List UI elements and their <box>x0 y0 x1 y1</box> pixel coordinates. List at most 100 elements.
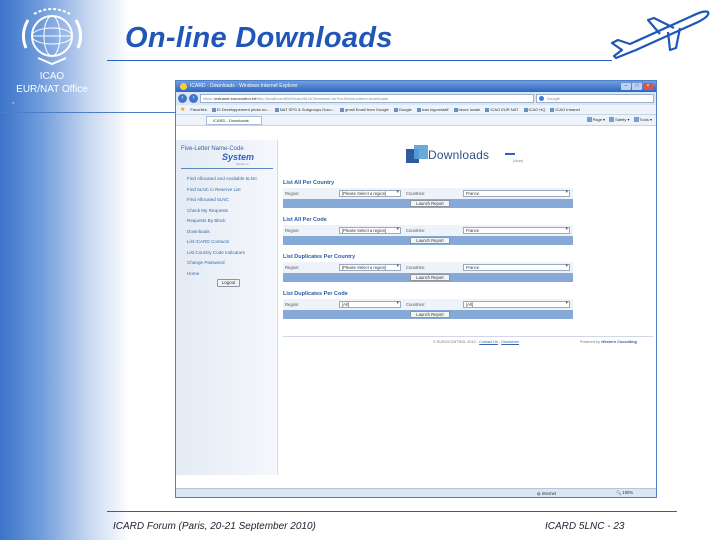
section-title: List Duplicates Per Code <box>283 291 348 297</box>
page-icon <box>485 107 490 112</box>
favorites-bar: ★ Favorites EI Developpement photo nu...… <box>176 105 656 115</box>
copyright: © EUROCONTROL 2010 - <box>433 340 479 344</box>
browser-titlebar: ICARD - Downloads - Windows Internet Exp… <box>176 81 656 92</box>
ie-logo-icon <box>180 83 187 90</box>
downloads-logo-icon <box>406 145 428 167</box>
countries-label: Countries: <box>406 265 426 270</box>
back-icon[interactable]: ‹ <box>178 94 187 103</box>
countries-label: Countries: <box>406 302 426 307</box>
tools-icon <box>633 117 639 123</box>
region-select[interactable]: [All] <box>339 301 401 308</box>
launch-report-button[interactable]: Launch Report <box>410 311 450 318</box>
section-title: List All Per Code <box>283 217 327 223</box>
icao-logo-icon <box>21 8 83 66</box>
forward-icon[interactable]: › <box>189 94 198 103</box>
country-select[interactable]: France <box>463 227 570 234</box>
favorite-link[interactable]: EI Developpement photo nu... <box>211 107 270 112</box>
sidebar-menu: Find Allocated and Available 5LNC Find 5… <box>187 174 257 279</box>
left-rule <box>0 112 175 113</box>
region-select[interactable]: [Please Select a region] <box>339 190 401 197</box>
section-title: List Duplicates Per Country <box>283 254 356 260</box>
launch-report-button[interactable]: Launch Report <box>410 237 450 244</box>
page-content: Five-Letter Name-Code System Version 2 F… <box>176 140 656 475</box>
sidebar-item-country-codes[interactable]: List Country Code Indicators <box>187 248 257 259</box>
search-input[interactable]: Google <box>536 94 654 103</box>
command-bar: Page ▾ Safety ▾ Tools ▾ <box>586 117 652 123</box>
sidebar-item-change-password[interactable]: Change Password <box>187 258 257 269</box>
country-select[interactable]: France <box>463 190 570 197</box>
sidebar-item-find-allocated[interactable]: Find Allocated 5LNC <box>187 195 257 206</box>
region-label: Region: <box>285 191 300 196</box>
favorite-link[interactable]: ICAO HQ <box>523 107 546 112</box>
maximize-icon[interactable]: □ <box>632 83 642 90</box>
section-form: Region: [Please Select a region] Countri… <box>283 262 573 282</box>
powered-brand: Western Consulting <box>601 340 637 344</box>
favorites-label[interactable]: Favorites <box>190 107 206 112</box>
page-icon <box>393 107 398 112</box>
section-form: Region: [Please Select a region] Countri… <box>283 188 573 208</box>
launch-report-button[interactable]: Launch Report <box>410 200 450 207</box>
region-select[interactable]: [Please Select a region] <box>339 264 401 271</box>
region-select[interactable]: [Please Select a region] <box>339 227 401 234</box>
zoom-control[interactable]: 🔍 100% <box>616 489 633 497</box>
safety-icon <box>609 117 615 123</box>
browser-window: ICARD - Downloads - Windows Internet Exp… <box>175 80 657 498</box>
section-list-all-per-code: List All Per Code Region: [Please Select… <box>283 215 573 245</box>
section-list-all-per-country: List All Per Country Region: [Please Sel… <box>283 178 573 208</box>
favorite-link[interactable]: NAT SPG & Subgroups Docu... <box>274 107 335 112</box>
page-icon <box>340 107 344 112</box>
favorite-link[interactable]: ICAO EUR NAT <box>485 107 519 112</box>
favorite-link[interactable]: icao logon/staff <box>416 107 449 112</box>
page-icon <box>550 107 555 112</box>
launch-report-button[interactable]: Launch Report <box>410 274 450 281</box>
sidebar-item-find-reserve[interactable]: Find 5LNC in Reserve List <box>187 185 257 196</box>
country-select[interactable]: France <box>463 264 570 271</box>
favorites-star-icon[interactable]: ★ <box>180 106 185 113</box>
favorite-link[interactable]: Google <box>393 107 412 112</box>
favorite-label: NAT SPG & Subgroups Docu... <box>279 107 335 112</box>
logout-button[interactable]: Logout <box>217 279 240 287</box>
minimize-icon[interactable]: – <box>621 83 631 90</box>
favorite-label: ICAO HQ <box>528 107 546 112</box>
section-form: Region: [All] Countries: [All] Launch Re… <box>283 299 573 319</box>
footer-page: ICARD 5LNC - 23 <box>545 521 625 532</box>
favorite-link[interactable]: heure locale <box>453 107 481 112</box>
window-controls: – □ × <box>621 83 653 90</box>
safety-menu[interactable]: Safety ▾ <box>609 117 630 123</box>
favorite-label: EI Developpement photo nu... <box>216 107 270 112</box>
address-bar[interactable]: https://extranet.eurocontrol.int/http://… <box>200 94 534 103</box>
close-icon[interactable]: × <box>643 83 653 90</box>
slide-title: On-line Downloads <box>125 22 393 54</box>
page-menu[interactable]: Page ▾ <box>586 117 606 123</box>
disclaimer-link[interactable]: Disclaimer <box>501 340 519 344</box>
globe-icon: ◍ Internet <box>537 491 557 496</box>
tab-downloads[interactable]: ICARD - Downloads <box>206 115 262 125</box>
sidebar-item-home[interactable]: Home <box>187 269 257 280</box>
contact-link[interactable]: Contact Us <box>479 340 498 344</box>
sidebar-item-contacts[interactable]: List ICARD Contacts <box>187 237 257 248</box>
sidebar-item-requests-by-block[interactable]: Requests By Block <box>187 216 257 227</box>
page-menu-label: Page ▾ <box>592 117 606 122</box>
brand-rule <box>181 168 273 169</box>
favorite-link[interactable]: gmail Email from Google <box>340 107 389 112</box>
favorite-label: heure locale <box>458 107 481 112</box>
favorite-label: Google <box>398 107 412 112</box>
tab-row: ICARD - Downloads Page ▾ Safety ▾ Tools … <box>176 115 656 126</box>
sidebar-item-check-requests[interactable]: Check My Requests <box>187 206 257 217</box>
main-panel: Downloads [close] List All Per Country R… <box>279 140 656 475</box>
region-label: Region: <box>285 302 300 307</box>
favorite-link[interactable]: ICAO Intranet <box>550 107 580 112</box>
footer-rule <box>283 336 653 337</box>
tools-menu[interactable]: Tools ▾ <box>633 117 652 123</box>
close-link[interactable]: [close] <box>513 159 523 163</box>
google-icon <box>539 96 544 101</box>
sidebar-item-downloads[interactable]: Downloads <box>187 227 257 238</box>
favorite-label: gmail Email from Google <box>345 107 389 112</box>
downloads-accent <box>505 153 515 155</box>
countries-label: Countries: <box>406 228 426 233</box>
section-list-duplicates-per-code: List Duplicates Per Code Region: [All] C… <box>283 289 573 319</box>
page-icon <box>416 107 421 112</box>
country-select[interactable]: [All] <box>463 301 570 308</box>
powered-by: Powered by Western Consulting <box>580 340 637 344</box>
sidebar-item-find-allocated-available[interactable]: Find Allocated and Available 5LNC <box>187 174 257 185</box>
